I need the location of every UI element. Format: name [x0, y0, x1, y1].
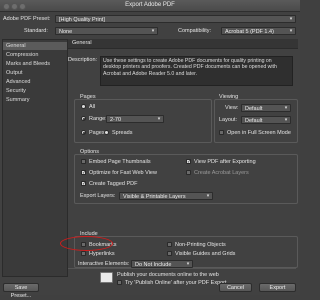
create-tagged-label: Create Tagged PDF [89, 181, 138, 187]
compatibility-label: Compatibility: [178, 28, 212, 34]
bookmarks-highlight-circle [60, 236, 113, 251]
fullscreen-checkbox[interactable] [219, 130, 224, 135]
description-text[interactable]: Use these settings to create Adobe PDF d… [100, 56, 293, 86]
interactive-elements-label: Interactive Elements: [78, 261, 130, 267]
compatibility-select[interactable]: Acrobat 5 (PDF 1.4) ▾ [221, 27, 296, 35]
create-layers-checkbox[interactable] [186, 170, 191, 175]
sidebar-item-marks-and-bleeds[interactable]: Marks and Bleeds [3, 60, 67, 68]
pages-radio[interactable] [81, 130, 86, 135]
nonprinting-checkbox[interactable] [167, 242, 172, 247]
optimize-web-checkbox[interactable] [81, 170, 86, 175]
view-label: View: [225, 105, 239, 111]
interactive-elements-select[interactable]: Do Not Include ▾ [131, 260, 193, 268]
spreads-radio-label: Spreads [112, 130, 133, 136]
chevron-down-icon: ▾ [289, 28, 293, 34]
publish-online-label: Try 'Publish Online' after your PDF Expo… [125, 280, 227, 286]
sidebar-item-compression[interactable]: Compression [3, 51, 67, 59]
chevron-down-icon: ▾ [284, 117, 288, 123]
hyperlinks-label: Hyperlinks [89, 251, 115, 257]
nonprinting-label: Non-Printing Objects [175, 242, 226, 248]
view-after-export-checkbox[interactable] [186, 159, 191, 164]
guides-grids-checkbox[interactable] [167, 251, 172, 256]
preset-label: Adobe PDF Preset: [3, 16, 51, 22]
range-value: 2-70 [110, 117, 122, 123]
standard-value: None [59, 29, 73, 35]
chevron-down-icon: ▾ [289, 16, 293, 22]
create-tagged-checkbox[interactable] [81, 181, 86, 186]
range-radio[interactable] [81, 116, 86, 121]
preset-select[interactable]: [High Quality Print] ▾ [55, 15, 296, 23]
divider [68, 268, 296, 269]
sidebar: General Compression Marks and Bleeds Out… [2, 39, 68, 277]
chevron-down-icon: ▾ [206, 193, 210, 199]
optimize-web-label: Optimize for Fast Web View [89, 170, 157, 176]
export-layers-select[interactable]: Visible & Printable Layers ▾ [119, 192, 213, 200]
sidebar-item-summary[interactable]: Summary [3, 96, 67, 104]
sidebar-item-general[interactable]: General [3, 42, 67, 50]
create-layers-label: Create Acrobat Layers [194, 170, 249, 176]
sidebar-item-output[interactable]: Output [3, 69, 67, 77]
all-label: All [89, 104, 96, 110]
view-value: Default [245, 106, 263, 112]
export-layers-label: Export Layers: [80, 193, 116, 199]
embed-thumbnails-label: Embed Page Thumbnails [89, 159, 151, 165]
save-preset-button[interactable]: Save Preset... [3, 283, 39, 299]
chevron-down-icon: ▾ [284, 105, 288, 111]
chevron-down-icon: ▾ [186, 261, 190, 267]
fullscreen-label: Open in Full Screen Mode [227, 130, 291, 136]
export-pdf-dialog: Export Adobe PDF Adobe PDF Preset: [High… [0, 0, 300, 299]
pages-radio-label: Pages [89, 130, 105, 136]
layout-value: Default [245, 118, 263, 124]
sidebar-item-advanced[interactable]: Advanced [3, 78, 67, 86]
export-layers-value: Visible & Printable Layers [123, 194, 186, 200]
title-bar: Export Adobe PDF [0, 0, 300, 12]
guides-grids-label: Visible Guides and Grids [175, 251, 236, 257]
publish-online-checkbox[interactable] [117, 280, 122, 285]
standard-select[interactable]: None ▾ [55, 27, 158, 35]
chevron-down-icon: ▾ [157, 116, 161, 122]
publish-online-text: Publish your documents online to the web [117, 272, 219, 278]
embed-thumbnails-checkbox[interactable] [81, 159, 86, 164]
compatibility-value: Acrobat 5 (PDF 1.4) [225, 29, 274, 35]
all-radio[interactable] [81, 104, 86, 109]
description-label: Description: [68, 57, 98, 63]
layout-label: Layout: [219, 117, 238, 123]
cancel-button[interactable]: Cancel [219, 283, 252, 292]
panel-title: General [72, 40, 92, 46]
spreads-radio[interactable] [104, 130, 109, 135]
standard-label: Standard: [24, 28, 48, 34]
panel-header: General [68, 39, 298, 49]
preset-value: [High Quality Print] [59, 17, 105, 23]
window-title: Export Adobe PDF [125, 2, 175, 8]
chevron-down-icon: ▾ [151, 28, 155, 34]
hyperlinks-checkbox[interactable] [81, 251, 86, 256]
layout-select[interactable]: Default ▾ [241, 116, 291, 124]
view-select[interactable]: Default ▾ [241, 104, 291, 112]
sidebar-item-security[interactable]: Security [3, 87, 67, 95]
export-button[interactable]: Export [259, 283, 296, 292]
range-input[interactable]: 2-70 ▾ [106, 115, 164, 123]
publish-online-icon [100, 272, 113, 283]
view-after-export-label: View PDF after Exporting [194, 159, 256, 165]
range-label: Range: [89, 116, 107, 122]
